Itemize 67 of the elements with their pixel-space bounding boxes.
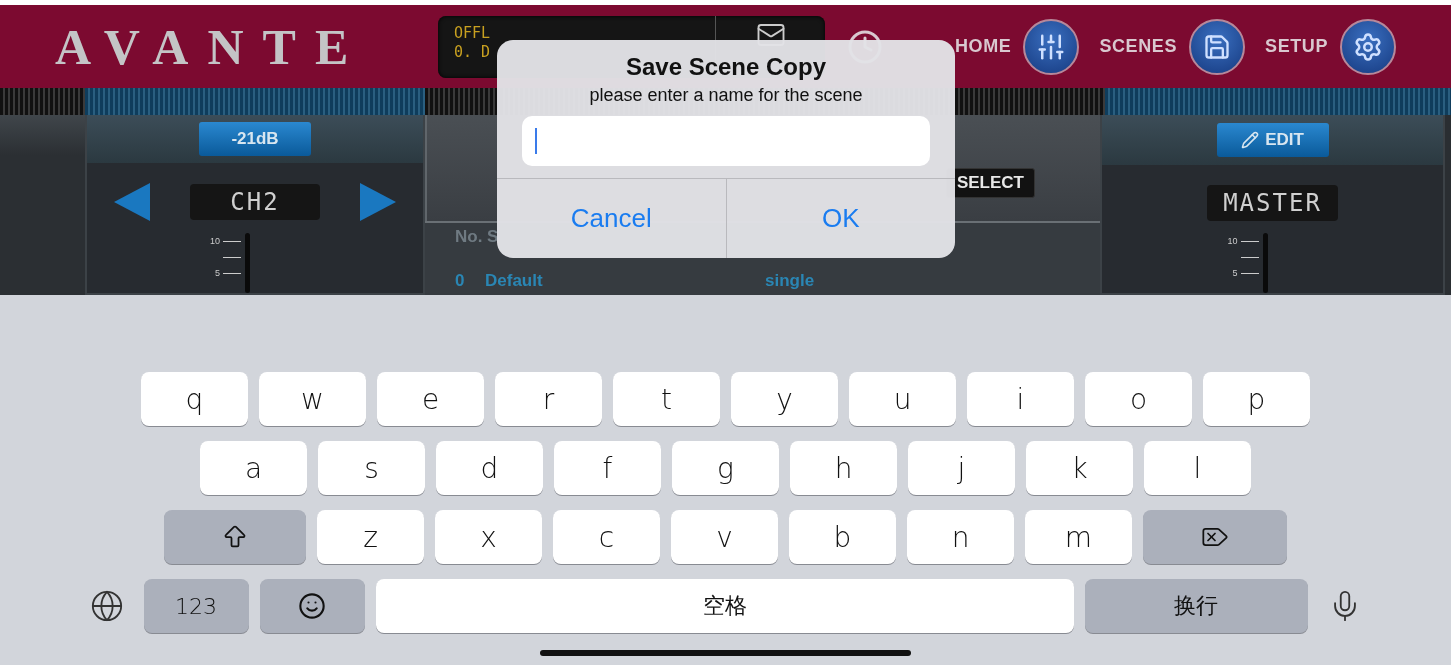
logo: AVANTE (55, 17, 369, 76)
key[interactable]: c (553, 510, 660, 564)
fader-track[interactable] (245, 233, 250, 293)
scale-label: 10 (210, 236, 220, 246)
key[interactable]: f (554, 441, 661, 495)
key[interactable]: m (1025, 510, 1132, 564)
scale-tick (1240, 272, 1259, 274)
pencil-icon (1241, 131, 1260, 149)
key[interactable]: h (790, 441, 897, 495)
channel-display: CH2 (190, 184, 320, 220)
table-cell-text: Default (485, 271, 544, 291)
scale-tick (223, 272, 241, 274)
key[interactable]: t (613, 372, 720, 426)
key[interactable]: y (731, 372, 838, 426)
display-text: 0. D (454, 42, 492, 62)
scale-label: 5 (215, 268, 220, 278)
dialog-message: please enter a name for the scene (589, 85, 863, 106)
channel-display: MASTER (1207, 185, 1338, 221)
key[interactable]: j (908, 441, 1015, 495)
key[interactable]: d (436, 441, 543, 495)
key[interactable]: a (200, 441, 307, 495)
key[interactable]: e (377, 372, 484, 426)
scale-label: 5 (1232, 268, 1238, 278)
key[interactable]: k (1026, 441, 1133, 495)
key[interactable]: i (967, 372, 1074, 426)
space-key[interactable]: 空格 (375, 579, 1074, 633)
nav-label: HOME (955, 36, 1012, 57)
scale-tick (223, 240, 241, 242)
key[interactable]: v (671, 510, 778, 564)
key[interactable]: o (1085, 372, 1192, 426)
return-key[interactable]: 换行 (1084, 579, 1308, 633)
key[interactable]: l (1144, 441, 1251, 495)
smiley-icon (298, 592, 326, 620)
settings-icon (1353, 31, 1384, 62)
key[interactable]: w (259, 372, 366, 426)
fader-track[interactable] (1262, 233, 1268, 293)
scale-tick (1240, 256, 1259, 258)
display-text: OFFL (454, 23, 492, 43)
scale-label: 10 (1227, 236, 1238, 246)
dialog-title: Save Scene Copy (625, 53, 827, 81)
text-cursor (535, 128, 537, 154)
nav-label: SCENES (1099, 36, 1178, 57)
table-cell-text: 0 (455, 271, 466, 291)
nav-label: SETUP (1265, 36, 1329, 57)
scale-tick (223, 256, 241, 258)
right-arrow-icon[interactable] (360, 183, 396, 221)
level-button[interactable]: -21dB (199, 122, 311, 156)
key[interactable]: z (317, 510, 424, 564)
table-cell-text: single (765, 271, 816, 291)
key[interactable]: g (672, 441, 779, 495)
emoji-key[interactable] (259, 579, 365, 633)
edit-button[interactable]: EDIT (1216, 123, 1329, 157)
key[interactable]: x (435, 510, 542, 564)
key[interactable]: q (141, 372, 248, 426)
column-header: No. S (455, 227, 500, 247)
key[interactable]: p (1203, 372, 1310, 426)
scale-tick (1240, 240, 1259, 242)
numbers-key[interactable]: 123 (143, 579, 249, 633)
backspace-key[interactable] (1143, 510, 1287, 564)
key[interactable]: u (849, 372, 956, 426)
key[interactable]: s (318, 441, 425, 495)
key[interactable]: b (789, 510, 896, 564)
globe-icon (89, 589, 124, 623)
key[interactable]: n (907, 510, 1014, 564)
left-arrow-icon[interactable] (114, 183, 150, 221)
key[interactable]: r (495, 372, 602, 426)
name-field[interactable] (522, 116, 930, 166)
